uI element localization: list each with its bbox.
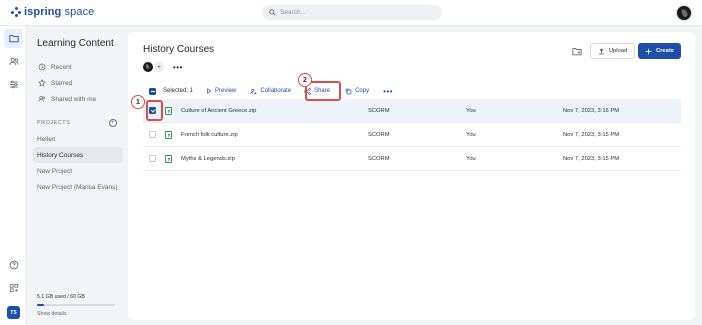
sidebar-item-project[interactable]: New Project (Marisa Evans) — [33, 179, 123, 195]
user-avatar[interactable] — [676, 5, 692, 21]
file-type: SCORM — [368, 155, 390, 162]
file-table: Culture of Ancient Greece.zip SCORM You … — [143, 99, 681, 171]
sidebar-item-project[interactable]: New Project — [33, 163, 123, 179]
collaborators-row: + ••• — [143, 62, 183, 72]
row-checkbox[interactable] — [149, 155, 156, 162]
main-content: History Courses + ••• Upload Create Sele… — [128, 32, 695, 320]
content-folder-icon[interactable] — [4, 29, 23, 48]
select-all-checkbox[interactable] — [149, 87, 156, 95]
sidebar-item-project[interactable]: Hellen — [33, 131, 123, 147]
sidebar-title: Learning Content — [37, 38, 114, 49]
file-date: Nov 7, 2023, 3:15 PM — [563, 131, 620, 138]
search-placeholder: Search... — [280, 9, 307, 16]
file-date: Nov 7, 2023, 3:15 PM — [563, 155, 620, 162]
projects-heading-label: PROJECTS — [37, 120, 71, 126]
sidebar-item-label: Shared with me — [51, 95, 97, 103]
plus-icon — [645, 48, 652, 54]
help-icon[interactable] — [4, 255, 23, 274]
logo-text: ispring space — [24, 6, 95, 18]
step-1-badge: 1 — [131, 95, 145, 109]
upload-label: Upload — [608, 48, 628, 54]
table-row[interactable]: Culture of Ancient Greece.zip SCORM You … — [143, 99, 681, 123]
left-rail: TS — [0, 26, 27, 325]
file-name[interactable]: French folk culture.zip — [181, 132, 238, 138]
copy-label: Copy — [355, 88, 370, 94]
owner-avatar[interactable] — [143, 62, 153, 72]
file-name[interactable]: Culture of Ancient Greece.zip — [181, 108, 256, 114]
upload-button[interactable]: Upload — [590, 43, 635, 59]
ispring-space-logo[interactable]: ispring space — [11, 6, 94, 18]
star-icon — [38, 79, 46, 87]
upload-icon — [598, 47, 604, 54]
search-input[interactable]: Search... — [262, 5, 442, 20]
more-actions-icon[interactable]: ••• — [383, 87, 393, 96]
add-collaborator-button[interactable]: + — [154, 62, 164, 72]
users-icon[interactable] — [4, 52, 23, 71]
step-2-badge: 2 — [298, 73, 312, 87]
file-type: SCORM — [368, 107, 390, 114]
create-button[interactable]: Create — [638, 43, 681, 59]
storage-bar — [37, 304, 115, 306]
zip-file-icon — [165, 154, 172, 163]
collaborate-button[interactable]: Collaborate — [250, 88, 291, 95]
page-title: History Courses — [143, 44, 215, 55]
side-panel: Learning Content Recent Starred Shared w… — [27, 26, 127, 325]
create-label: Create — [655, 48, 675, 54]
projects-list: Hellen History Courses New Project New P… — [33, 131, 123, 195]
table-row[interactable]: Myths & Legends.zip SCORM You Nov 7, 202… — [143, 147, 681, 171]
storage-bar-fill — [37, 304, 44, 306]
logo-icon — [11, 7, 21, 17]
preview-label: Preview — [215, 88, 237, 94]
selection-toolbar: Selected: 1 Preview Collaborate Share Co… — [149, 84, 393, 98]
more-options-icon[interactable]: ••• — [173, 63, 183, 72]
file-date: Nov 7, 2023, 3:16 PM — [563, 107, 620, 114]
file-owner: You — [466, 155, 476, 162]
add-project-icon[interactable]: + — [109, 119, 117, 127]
projects-heading: PROJECTS + — [37, 119, 117, 127]
sidebar-item-starred[interactable]: Starred — [35, 75, 123, 91]
copy-icon — [345, 88, 352, 94]
row-checkbox[interactable] — [149, 131, 156, 138]
user-initials-badge[interactable]: TS — [7, 306, 20, 319]
sidebar-item-label: Starred — [51, 79, 73, 87]
file-owner: You — [466, 107, 476, 114]
sidebar-item-shared-with-me[interactable]: Shared with me — [35, 91, 123, 107]
preview-button[interactable]: Preview — [206, 88, 236, 94]
apps-icon[interactable] — [4, 278, 23, 297]
file-type: SCORM — [368, 131, 390, 138]
search-icon — [269, 9, 276, 16]
selected-count: Selected: 1 — [163, 88, 194, 94]
zip-file-icon — [165, 130, 172, 139]
shared-users-icon — [38, 96, 46, 102]
collaborate-label: Collaborate — [260, 88, 292, 94]
file-owner: You — [466, 131, 476, 138]
show-details-link[interactable]: Show details — [37, 311, 66, 317]
file-name[interactable]: Myths & Legends.zip — [181, 156, 235, 162]
new-folder-icon — [571, 48, 582, 56]
zip-file-icon — [165, 106, 172, 115]
top-bar: ispring space Search... — [0, 0, 702, 26]
settings-sliders-icon[interactable] — [4, 75, 23, 94]
copy-button[interactable]: Copy — [345, 88, 369, 95]
new-folder-button[interactable] — [569, 44, 584, 59]
step-1-highlight — [146, 100, 163, 121]
play-icon — [207, 88, 212, 94]
collaborate-icon — [250, 88, 257, 94]
storage-text: 5.1 GB used / 60 GB — [37, 294, 85, 300]
sidebar-nav: Recent Starred Shared with me — [35, 59, 123, 107]
clock-icon — [38, 63, 46, 71]
sidebar-item-label: Recent — [51, 63, 72, 71]
sidebar-item-recent[interactable]: Recent — [35, 59, 123, 75]
storage-usage: 5.1 GB used / 60 GB — [37, 294, 117, 306]
sidebar-item-project-active[interactable]: History Courses — [33, 147, 123, 163]
table-row[interactable]: French folk culture.zip SCORM You Nov 7,… — [143, 123, 681, 147]
